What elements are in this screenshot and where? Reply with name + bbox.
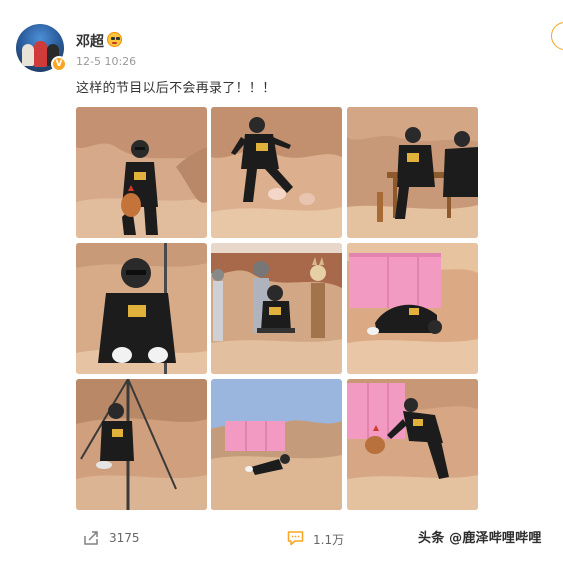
comment-count[interactable]: 1.1万	[313, 531, 344, 548]
avatar-person	[34, 41, 47, 67]
watermark: 头条 @鹿泽哔哩哔哩	[418, 531, 542, 546]
photo-thumbnail[interactable]	[211, 379, 342, 510]
post-text: 这样的节目以后不会再录了！！！	[76, 81, 276, 96]
photo-thumbnail[interactable]	[211, 243, 342, 374]
share-icon[interactable]	[83, 530, 99, 546]
photo-thumbnail[interactable]	[347, 243, 478, 374]
photo-thumbnail[interactable]	[347, 107, 478, 238]
avatar-person	[22, 44, 34, 66]
share-count[interactable]: 3175	[109, 531, 140, 545]
photo-thumbnail[interactable]	[211, 107, 342, 238]
photo-thumbnail[interactable]	[76, 379, 207, 510]
post-timestamp[interactable]: 12-5 10:26	[76, 55, 136, 68]
photo-grid	[76, 107, 478, 510]
photo-thumbnail[interactable]	[76, 243, 207, 374]
follow-circle-icon[interactable]	[551, 22, 563, 50]
emoji-badge-icon	[107, 32, 122, 47]
photo-thumbnail[interactable]	[76, 107, 207, 238]
photo-thumbnail[interactable]	[347, 379, 478, 510]
username[interactable]: 邓超	[76, 31, 104, 51]
post-actions-bar: 3175 1.1万 头条 @鹿泽哔哩哔哩	[0, 525, 563, 553]
verified-v-icon: V	[51, 56, 67, 72]
comment-icon[interactable]	[287, 530, 304, 546]
